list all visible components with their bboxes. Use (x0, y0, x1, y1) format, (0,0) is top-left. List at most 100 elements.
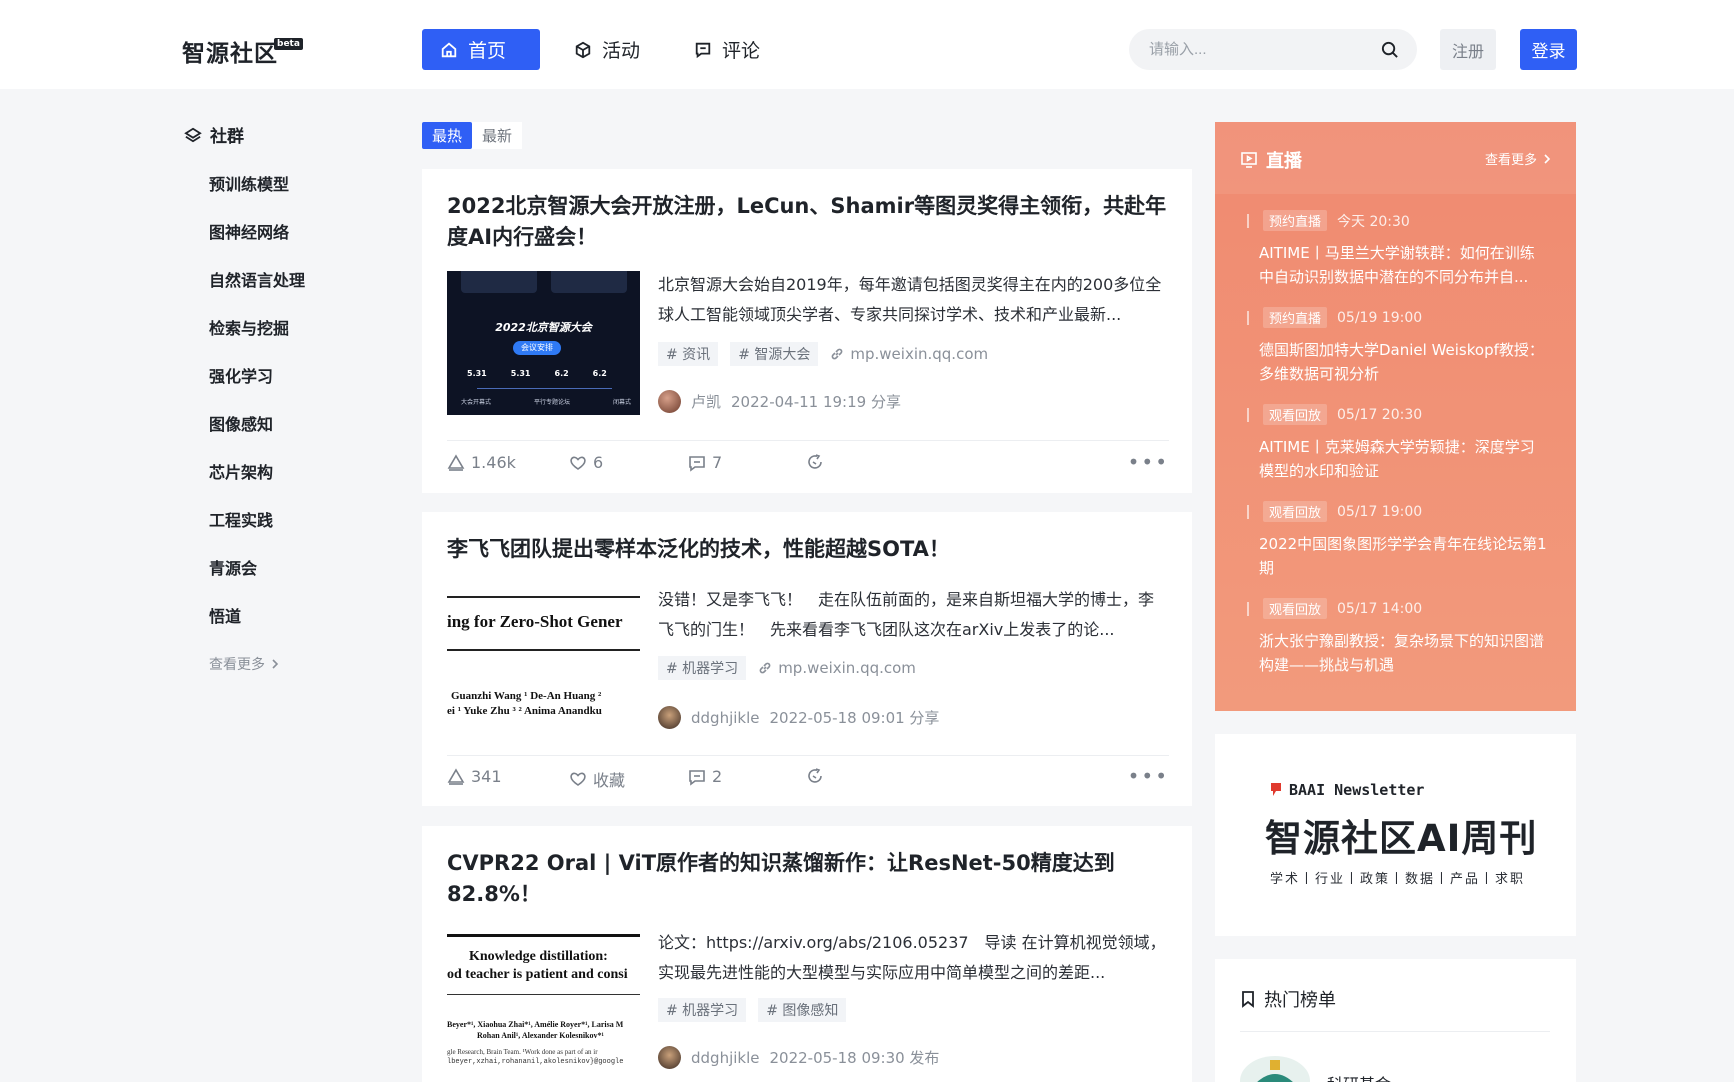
nav-home-label: 首页 (468, 40, 507, 62)
post-time: 2022-04-11 19:19 分享 (731, 393, 901, 411)
live-item-title: AITIME丨克莱姆森大学劳颖捷：深度学习模型的水印和验证 (1259, 438, 1535, 480)
hot-list-panel: 热门榜单 科研基金 (1215, 959, 1576, 1082)
comment-icon (689, 769, 705, 786)
live-item[interactable]: 预约直播 今天 20:30 AITIME丨马里兰大学谢轶群：如何在训练中自动识别数… (1247, 210, 1547, 289)
chevron-right-icon (1544, 153, 1551, 164)
thumb-authors: Beyer*¹, Xiaohua Zhai*¹, Amélie Royer*¹,… (447, 1020, 624, 1029)
sidebar-more-link[interactable]: 查看更多 (209, 654, 279, 674)
live-item[interactable]: 观看回放 05/17 19:00 2022中国图象图形学学会青年在线论坛第1期 (1247, 501, 1547, 580)
post-card[interactable]: 2022北京智源大会开放注册，LeCun、Shamir等图灵奖得主领衔，共赴年度… (422, 169, 1192, 493)
favorite-label: 收藏 (593, 771, 626, 790)
sidebar-item-chip[interactable]: 芯片架构 (209, 463, 305, 511)
link-icon (832, 348, 843, 360)
tag-chip[interactable]: # 图像感知 (758, 998, 847, 1022)
login-button[interactable]: 登录 (1520, 29, 1577, 70)
author-name[interactable]: 卢凯 (691, 391, 721, 412)
post-thumbnail[interactable]: Knowledge distillation: od teacher is pa… (447, 934, 640, 1082)
tag-chip[interactable]: # 智源大会 (730, 342, 819, 366)
comment-button[interactable]: 7 (688, 453, 722, 472)
sidebar-item-nlp[interactable]: 自然语言处理 (209, 271, 305, 319)
comment-button[interactable]: 2 (688, 767, 722, 786)
hot-item-image[interactable] (1240, 1056, 1310, 1082)
favorite-count: 6 (593, 453, 604, 472)
share-button[interactable] (806, 767, 824, 785)
post-card[interactable]: 李飞飞团队提出零样本泛化的技术，性能超越SOTA！ ing for Zero-S… (422, 512, 1192, 806)
register-button[interactable]: 注册 (1440, 29, 1496, 70)
comment-icon (689, 455, 705, 472)
newsletter-title: 智源社区AI周刊 (1265, 817, 1538, 860)
avatar[interactable] (658, 706, 681, 729)
hot-item-title[interactable]: 科研基金 (1327, 1071, 1391, 1082)
live-time: 05/17 14:00 (1337, 600, 1423, 617)
thumb-date: 5.31 (467, 369, 487, 378)
live-time: 今天 20:30 (1337, 213, 1410, 230)
site-logo[interactable]: 智源社区 beta (182, 34, 303, 68)
newsletter-brand-text: BAAI Newsletter (1289, 781, 1425, 799)
thumb-date: 6.2 (592, 369, 607, 378)
like-button[interactable]: 341 (447, 767, 502, 786)
share-icon (808, 454, 822, 469)
sidebar-item-rl[interactable]: 强化学习 (209, 367, 305, 415)
tag-chip[interactable]: # 资讯 (658, 342, 719, 366)
avatar[interactable] (658, 390, 681, 413)
source-link[interactable]: mp.weixin.qq.com (758, 659, 916, 677)
sidebar-item-qingyuan[interactable]: 青源会 (209, 559, 305, 607)
sidebar-item-pretrain[interactable]: 预训练模型 (209, 175, 305, 223)
author-name[interactable]: ddghjikle (691, 1049, 760, 1067)
tag-chip[interactable]: # 机器学习 (658, 998, 747, 1022)
thumb-heading: ing for Zero-Shot Gener (447, 612, 623, 631)
live-item-title: AITIME丨马里兰大学谢轶群：如何在训练中自动识别数据中潜在的不同分布并自..… (1259, 244, 1535, 286)
post-thumbnail[interactable]: 2022北京智源大会 会议安排 5.31 5.31 6.2 6.2 大会开幕式 … (447, 271, 640, 415)
like-button[interactable]: 1.46k (447, 453, 516, 472)
post-summary: 论文：https://arxiv.org/abs/2106.05237 导读 在… (658, 933, 1166, 982)
post-thumbnail[interactable]: ing for Zero-Shot Gener Guanzhi Wang ¹ D… (447, 596, 640, 740)
card-divider (447, 755, 1169, 756)
live-item[interactable]: 观看回放 05/17 14:00 浙大张宁豫副教授：复杂场景下的知识图谱构建——挑… (1247, 598, 1547, 677)
thumb-authors: Guanzhi Wang ¹ De-An Huang ² (451, 690, 602, 702)
nav-activities[interactable]: 活动 (556, 29, 660, 70)
post-time: 2022-05-18 09:01 分享 (769, 709, 940, 727)
more-options-icon[interactable]: ••• (1128, 766, 1169, 786)
thumb-heading: od teacher is patient and consi (447, 967, 628, 982)
more-options-icon[interactable]: ••• (1128, 452, 1169, 472)
sidebar-item-wudao[interactable]: 悟道 (209, 607, 305, 655)
post-summary: 没错！又是李飞飞！ 走在队伍前面的，是来自斯坦福大学的博士，李飞飞的门生！ 先来… (658, 590, 1155, 639)
newsletter-banner[interactable]: BAAI Newsletter 智源社区AI周刊 学术丨行业丨政策丨数据丨产品丨… (1215, 734, 1576, 936)
favorite-button[interactable]: 收藏 (569, 767, 625, 791)
tab-latest[interactable]: 最新 (472, 122, 523, 149)
nav-comments[interactable]: 评论 (676, 29, 780, 70)
sidebar-item-retrieval[interactable]: 检索与挖掘 (209, 319, 305, 367)
hot-list-title: 热门榜单 (1240, 986, 1336, 1012)
live-more-link[interactable]: 查看更多 (1485, 149, 1551, 168)
live-more-label: 查看更多 (1484, 153, 1537, 168)
source-link[interactable]: mp.weixin.qq.com (830, 345, 988, 363)
sidebar-item-vision[interactable]: 图像感知 (209, 415, 305, 463)
sidebar-more-label: 查看更多 (209, 657, 265, 673)
tab-hot[interactable]: 最热 (422, 122, 473, 149)
post-title[interactable]: CVPR22 Oral | ViT原作者的知识蒸馏新作：让ResNet-50精度… (447, 848, 1167, 910)
post-title[interactable]: 2022北京智源大会开放注册，LeCun、Shamir等图灵奖得主领衔，共赴年度… (447, 191, 1167, 253)
live-title-text: 直播 (1266, 151, 1302, 172)
feed-tabs: 最热 最新 (422, 122, 523, 149)
avatar[interactable] (658, 1046, 681, 1069)
community-sidebar: 社群 预训练模型 图神经网络 自然语言处理 检索与挖掘 强化学习 图像感知 芯片… (0, 89, 398, 1082)
live-header: 直播 查看更多 (1215, 122, 1576, 194)
post-title[interactable]: 李飞飞团队提出零样本泛化的技术，性能超越SOTA！ (447, 534, 1167, 565)
nav-activities-label: 活动 (602, 40, 641, 62)
nav-home[interactable]: 首页 (422, 29, 540, 70)
newsletter-subtitle: 学术丨行业丨政策丨数据丨产品丨求职 (1270, 872, 1526, 887)
post-meta: ddghjikle 2022-05-18 09:01 分享 (658, 706, 939, 729)
home-icon (441, 42, 457, 57)
favorite-button[interactable]: 6 (569, 453, 603, 472)
search-input[interactable] (1149, 29, 1369, 70)
tag-chip[interactable]: # 机器学习 (658, 656, 747, 680)
sidebar-item-gnn[interactable]: 图神经网络 (209, 223, 305, 271)
live-item[interactable]: 观看回放 05/17 20:30 AITIME丨克莱姆森大学劳颖捷：深度学习模型的… (1247, 404, 1547, 483)
search-icon[interactable] (1380, 40, 1399, 59)
author-name[interactable]: ddghjikle (691, 709, 760, 727)
sidebar-item-engineering[interactable]: 工程实践 (209, 511, 305, 559)
post-card[interactable]: CVPR22 Oral | ViT原作者的知识蒸馏新作：让ResNet-50精度… (422, 826, 1192, 1082)
live-item[interactable]: 预约直播 05/19 19:00 德国斯图加特大学Daniel Weiskopf教… (1247, 307, 1547, 386)
baai-logo-icon (1271, 783, 1281, 796)
share-button[interactable] (806, 453, 824, 471)
